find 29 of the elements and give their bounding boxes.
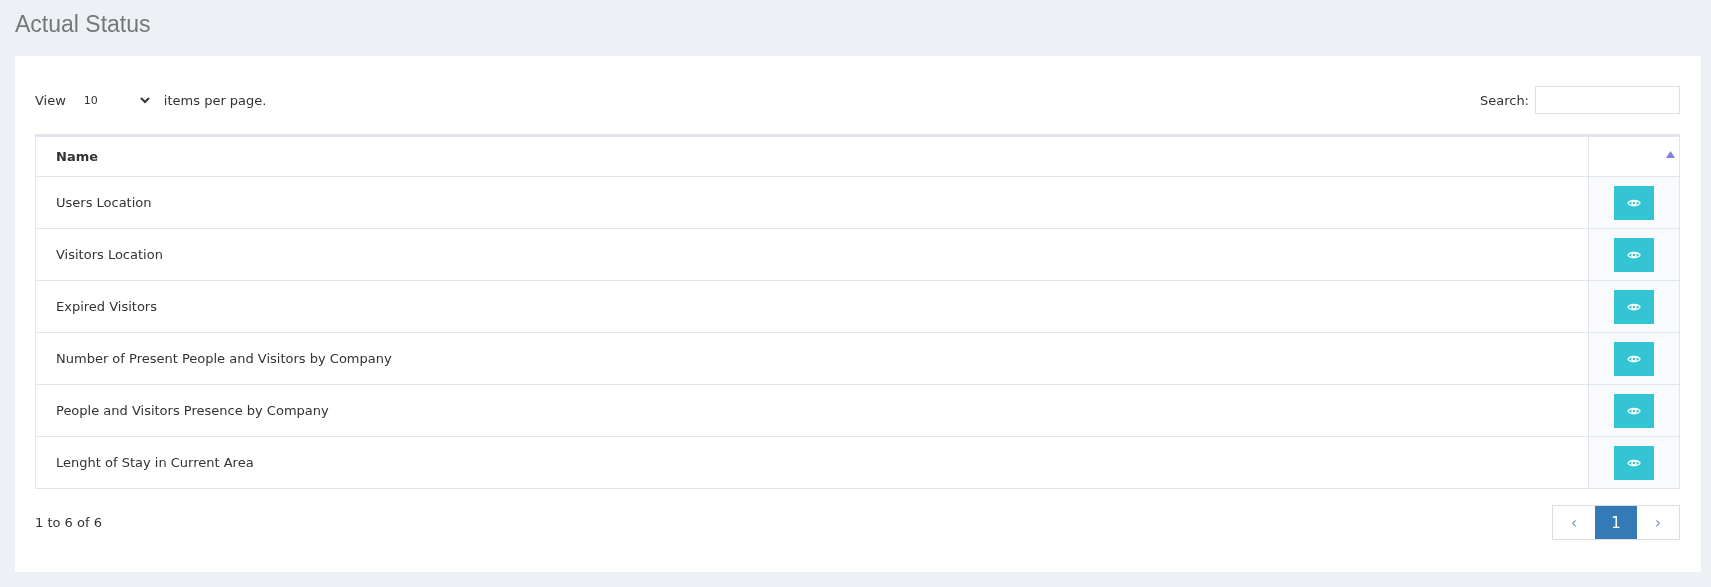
sort-triangle-icon[interactable] xyxy=(1666,151,1675,158)
eye-icon xyxy=(1627,249,1641,260)
table-cell: Visitors Location xyxy=(35,228,1589,281)
eye-icon xyxy=(1627,405,1641,416)
table-cell: Number of Present People and Visitors by Company xyxy=(35,332,1589,385)
table-cell: People and Visitors Presence by Company xyxy=(35,384,1589,437)
items-per-page-label: items per page. xyxy=(163,92,267,108)
search-field[interactable] xyxy=(1535,86,1680,114)
view-button[interactable] xyxy=(1614,393,1654,428)
view-button[interactable] xyxy=(1614,185,1654,220)
page-size-select[interactable]: 10 xyxy=(77,89,152,111)
search-label: Search: xyxy=(1479,92,1529,108)
page-button[interactable]: 1 xyxy=(1595,506,1637,539)
column-header[interactable]: Name xyxy=(35,135,1589,177)
table-info: 1 to 6 of 6 xyxy=(35,515,102,530)
view-button[interactable] xyxy=(1614,445,1654,480)
view-button[interactable] xyxy=(1614,289,1654,324)
table-cell: Users Location xyxy=(35,176,1589,229)
view-button[interactable] xyxy=(1614,341,1654,376)
view-label: View xyxy=(35,92,66,108)
table-cell: Lenght of Stay in Current Area xyxy=(35,436,1589,489)
eye-icon xyxy=(1627,301,1641,312)
eye-icon xyxy=(1627,197,1641,208)
chevron-down-icon xyxy=(139,96,150,104)
view-button[interactable] xyxy=(1614,237,1654,272)
table-cell: Expired Visitors xyxy=(35,280,1589,333)
eye-icon xyxy=(1627,457,1641,468)
page-title: Actual Status xyxy=(15,10,152,39)
eye-icon xyxy=(1627,353,1641,364)
